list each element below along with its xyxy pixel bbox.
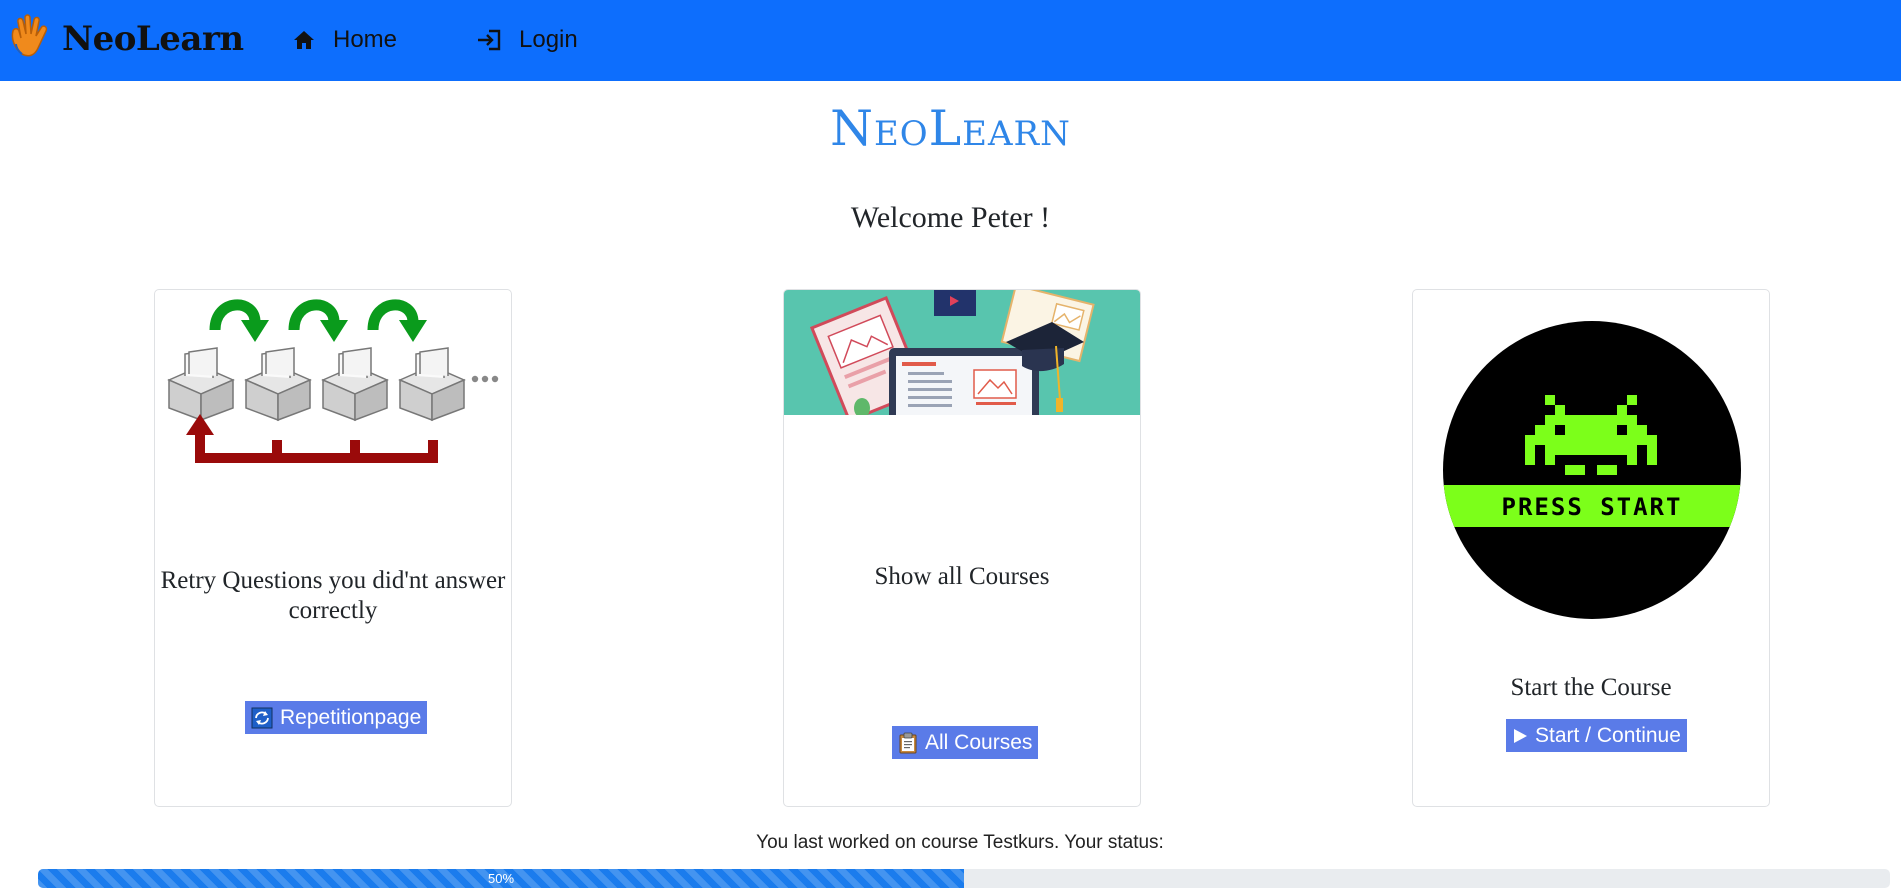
top-navbar: NeoLearn Home Login — [0, 0, 1901, 81]
brand-name: NeoLearn — [62, 19, 244, 59]
nav-home-link[interactable]: Home — [293, 22, 397, 58]
books-illustration — [784, 290, 1140, 415]
start-course-card: PRESS START Start the Course Start / Con… — [1412, 289, 1770, 807]
page-title: NeoLearn — [830, 100, 1071, 157]
all-courses-button-label: All Courses — [925, 730, 1033, 754]
clipboard-icon — [898, 732, 918, 754]
svg-text:PRESS START: PRESS START — [1502, 493, 1683, 521]
play-icon — [1512, 728, 1528, 744]
courses-card: Show all Courses All Courses — [783, 289, 1141, 807]
hand-logo-icon — [8, 13, 52, 65]
course-progress-bar: 50% — [38, 869, 964, 888]
repetitionpage-button[interactable]: Repetitionpage — [245, 701, 428, 734]
repetition-card-text: Retry Questions you did'nt answer correc… — [160, 567, 506, 624]
all-courses-button[interactable]: All Courses — [892, 726, 1039, 759]
course-progress: 50% — [38, 869, 1890, 888]
login-icon — [478, 29, 501, 51]
start-continue-button[interactable]: Start / Continue — [1506, 719, 1687, 752]
repeat-icon — [251, 707, 273, 729]
spaced-repetition-illustration — [167, 299, 499, 463]
brand-link[interactable]: NeoLearn — [8, 13, 244, 65]
repetition-card: Retry Questions you did'nt answer correc… — [154, 289, 512, 807]
start-continue-button-label: Start / Continue — [1535, 723, 1681, 747]
nav-login-label: Login — [519, 26, 578, 53]
nav-home-label: Home — [333, 26, 398, 53]
last-course-status-text: You last worked on course Testkurs. Your… — [756, 832, 1164, 853]
repetitionpage-button-label: Repetitionpage — [280, 705, 422, 729]
courses-card-text: Show all Courses — [874, 563, 1050, 590]
nav-login-link[interactable]: Login — [477, 22, 578, 58]
course-progress-label: 50% — [487, 871, 515, 886]
welcome-message: Welcome Peter ! — [850, 201, 1051, 234]
press-start-illustration: PRESS START — [1443, 321, 1741, 619]
home-icon — [294, 31, 314, 49]
start-course-card-text: Start the Course — [1510, 674, 1672, 701]
